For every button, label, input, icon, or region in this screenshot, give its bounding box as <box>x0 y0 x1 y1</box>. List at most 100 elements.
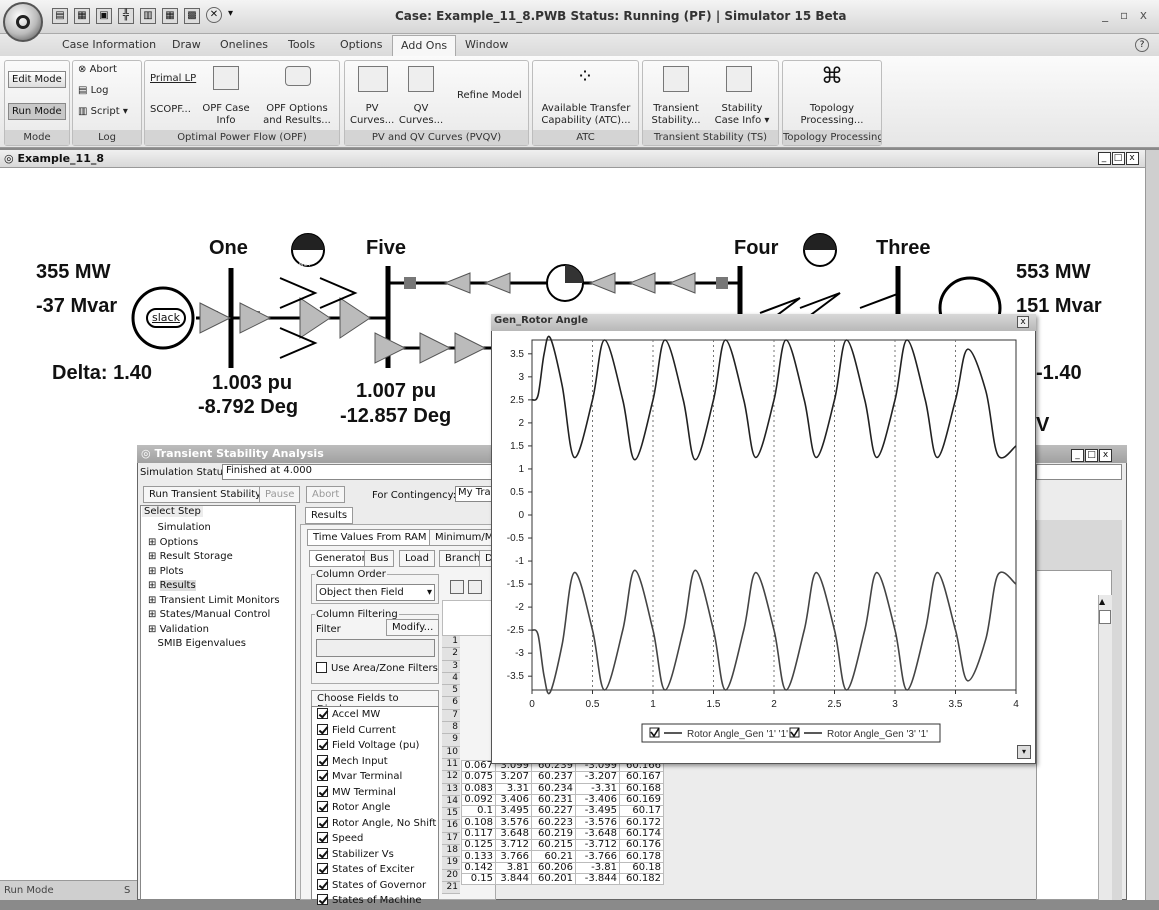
table-cell[interactable]: 60.176 <box>619 839 664 852</box>
checkbox-checked-icon[interactable] <box>317 832 328 843</box>
field-checkbox-row[interactable]: Field Voltage (pu) <box>317 739 436 755</box>
table-cell[interactable]: 60.167 <box>619 771 664 784</box>
table-cell[interactable]: 60.172 <box>619 816 664 829</box>
table-cell[interactable]: 60.168 <box>619 782 664 795</box>
table-cell[interactable]: 3.207 <box>495 771 532 784</box>
close-icon[interactable]: x <box>1126 152 1139 165</box>
field-checkbox-row[interactable]: Accel MW <box>317 708 436 724</box>
table-cell[interactable]: -3.844 <box>575 872 620 886</box>
checkbox-checked-icon[interactable] <box>317 770 328 781</box>
expand-icon[interactable]: ⊞ <box>148 551 156 562</box>
table-cell[interactable]: 0.075 <box>461 771 496 784</box>
field-checkbox-row[interactable]: MW Terminal <box>317 785 436 802</box>
modify-button[interactable]: Modify... <box>386 619 440 636</box>
table-cell[interactable]: 0.133 <box>461 850 496 863</box>
application-menu-button[interactable] <box>3 2 43 42</box>
topology-processing-button[interactable]: Topology Processing... <box>786 103 878 127</box>
atc-button[interactable]: Available Transfer Capability (ATC)... <box>536 103 636 127</box>
checkbox-checked-icon[interactable] <box>317 816 328 828</box>
field-checkbox-row[interactable]: States of Governor <box>317 878 436 895</box>
transient-stability-button[interactable]: Transient Stability... <box>647 103 705 127</box>
opf-case-info-button[interactable]: OPF Case Info <box>200 103 252 127</box>
table-cell[interactable]: -3.31 <box>575 782 620 795</box>
table-row[interactable]: 0.083 3.31 60.234 -3.31 60.168 <box>461 782 664 795</box>
table-cell[interactable]: 3.495 <box>495 805 532 818</box>
table-cell[interactable]: 60.201 <box>531 872 576 886</box>
table-cell[interactable]: -3.576 <box>575 816 620 829</box>
help-icon[interactable]: ? <box>1135 38 1149 52</box>
table-cell[interactable]: 0.108 <box>461 816 496 829</box>
table-cell[interactable]: 0.1 <box>461 805 496 818</box>
table-cell[interactable]: 60.21 <box>531 850 576 863</box>
tab-window[interactable]: Window <box>465 38 508 51</box>
tree-item-options[interactable]: ⊞ Options <box>148 536 280 551</box>
refine-model-button[interactable]: Refine Model <box>457 90 522 102</box>
tree-item-plots[interactable]: ⊞ Plots <box>148 565 280 580</box>
table-cell[interactable]: 60.206 <box>531 861 576 874</box>
opf-options-button[interactable]: OPF Options and Results... <box>258 103 336 127</box>
expand-icon[interactable]: ⊞ <box>148 609 156 620</box>
field-checkbox-row[interactable]: Rotor Angle, No Shift <box>317 816 436 833</box>
grid-scrollbar[interactable] <box>1098 595 1112 900</box>
scopf-button[interactable]: SCOPF... <box>150 104 191 116</box>
table-cell[interactable]: 3.81 <box>495 861 532 874</box>
open-icon[interactable]: ▦ <box>74 8 90 24</box>
pause-button[interactable]: Pause <box>259 486 301 503</box>
tab-bus[interactable]: Bus <box>364 550 395 567</box>
table-icon[interactable]: ▦ <box>162 8 178 24</box>
tab-options[interactable]: Options <box>340 38 382 51</box>
table-cell[interactable]: 60.174 <box>619 827 664 841</box>
expand-icon[interactable]: ⊞ <box>148 595 156 606</box>
abort-button[interactable]: ⊗ Abort <box>78 64 117 76</box>
tab-generator[interactable]: Generator <box>309 550 372 567</box>
table-cell[interactable]: 60.182 <box>619 872 664 886</box>
table-cell[interactable]: 0.083 <box>461 782 496 795</box>
table-cell[interactable]: 3.576 <box>495 816 532 829</box>
tab-tools[interactable]: Tools <box>288 38 315 51</box>
table-cell[interactable]: 60.178 <box>619 850 664 863</box>
run-transient-stability-button[interactable]: Run Transient Stability <box>143 486 268 503</box>
field-checkbox-row[interactable]: Field Current <box>317 723 436 740</box>
table-cell[interactable]: -3.648 <box>575 827 620 841</box>
checkbox-checked-icon[interactable] <box>317 723 328 735</box>
checkbox-checked-icon[interactable] <box>317 847 328 859</box>
table-row[interactable]: 0.117 3.648 60.219 -3.648 60.174 <box>461 827 664 841</box>
case-icon[interactable]: ▥ <box>140 8 156 24</box>
table-cell[interactable]: 0.125 <box>461 839 496 852</box>
stability-case-info-button[interactable]: Stability Case Info ▾ <box>710 103 774 127</box>
script-button[interactable]: ▥ Script ▾ <box>78 106 128 118</box>
minimize-icon[interactable]: _ <box>1071 449 1084 462</box>
checkbox-checked-icon[interactable] <box>317 708 328 719</box>
minimize-icon[interactable]: _ <box>1098 152 1111 165</box>
save-icon[interactable]: ▤ <box>52 8 68 24</box>
tab-onelines[interactable]: Onelines <box>220 38 268 51</box>
grid-toolbar-icon[interactable] <box>450 580 464 594</box>
oneline-window-controls[interactable]: _ □ x <box>1097 152 1139 165</box>
expand-icon[interactable]: ⊞ <box>148 624 156 635</box>
grid-options-icon[interactable] <box>468 580 482 594</box>
table-cell[interactable]: -3.495 <box>575 805 620 818</box>
edit-mode-button[interactable]: Edit Mode <box>8 71 66 88</box>
tab-case-information[interactable]: Case Information <box>62 38 156 51</box>
run-mode-button[interactable]: Run Mode <box>8 103 66 120</box>
expand-icon[interactable]: ⊞ <box>148 537 156 548</box>
checkbox-checked-icon[interactable] <box>317 785 328 797</box>
qv-curves-button[interactable]: QV Curves... <box>398 103 444 127</box>
field-checkbox-row[interactable]: States of Exciter <box>317 863 436 879</box>
table-cell[interactable]: -3.81 <box>575 861 620 874</box>
grid-icon[interactable]: ▩ <box>184 8 200 24</box>
field-checkbox-row[interactable]: Mech Input <box>317 754 436 771</box>
abort-button-ts[interactable]: Abort <box>306 486 346 503</box>
area-zone-checkbox[interactable]: Use Area/Zone Filters <box>316 662 438 674</box>
table-cell[interactable]: -3.406 <box>575 793 620 807</box>
tree-item-validation[interactable]: ⊞ Validation <box>148 623 280 638</box>
table-row[interactable]: 0.133 3.766 60.21 -3.766 60.178 <box>461 850 664 863</box>
expand-icon[interactable]: ⊞ <box>148 580 156 591</box>
table-row[interactable]: 0.1 3.495 60.227 -3.495 60.17 <box>461 805 664 818</box>
checkbox-icon[interactable] <box>316 662 327 673</box>
tab-add-ons[interactable]: Add Ons <box>392 35 457 57</box>
filter-field[interactable] <box>316 639 435 657</box>
table-row[interactable]: 0.108 3.576 60.223 -3.576 60.172 <box>461 816 664 829</box>
checkbox-checked-icon[interactable] <box>317 863 328 874</box>
pv-curves-button[interactable]: PV Curves... <box>350 103 394 127</box>
